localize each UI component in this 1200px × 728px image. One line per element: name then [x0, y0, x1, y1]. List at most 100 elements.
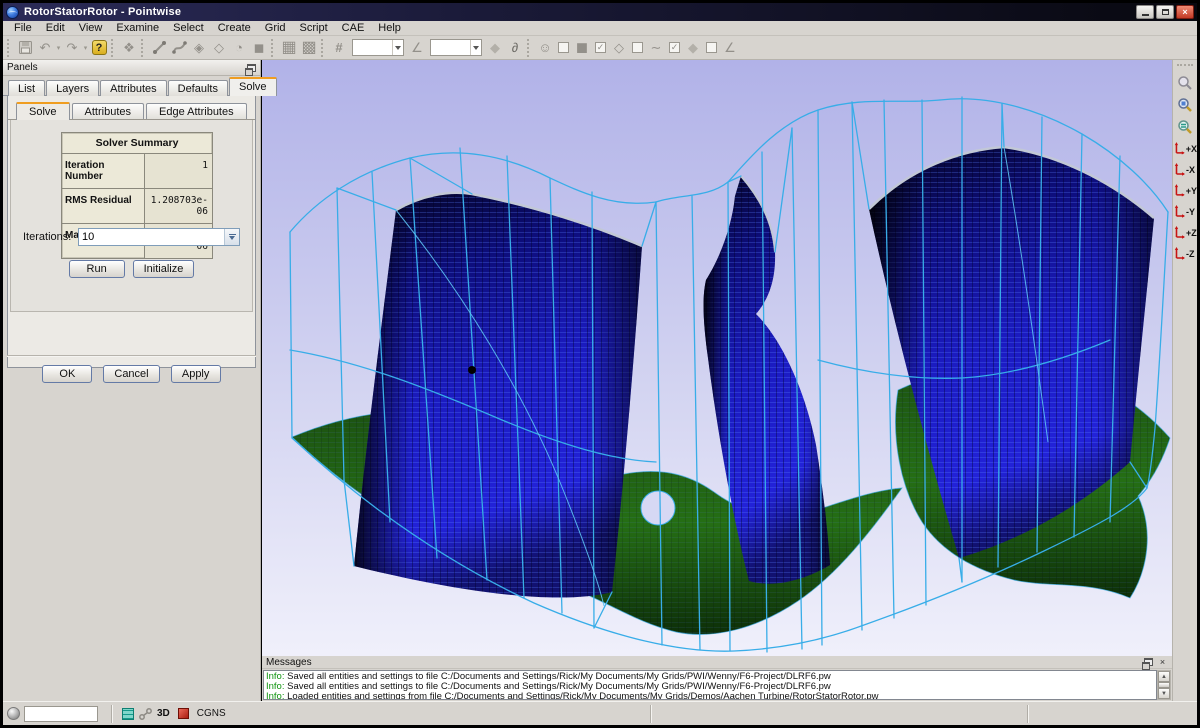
toggle-connectors-checkbox[interactable]: ✓ — [669, 42, 680, 53]
scroll-down-icon[interactable]: ▼ — [1158, 688, 1170, 699]
messages-list[interactable]: Info: Saved all entities and settings to… — [263, 670, 1157, 700]
close-button[interactable]: × — [1176, 5, 1194, 19]
minimize-button[interactable] — [1136, 5, 1154, 19]
menu-cae[interactable]: CAE — [335, 21, 372, 35]
view-minus-y-button[interactable]: -Y — [1173, 201, 1197, 222]
restore-button[interactable] — [1156, 5, 1174, 19]
unstructured-grid-button[interactable]: ▩ — [299, 38, 319, 58]
dimension-combobox[interactable] — [352, 39, 404, 56]
menu-help[interactable]: Help — [371, 21, 408, 35]
tab-attributes[interactable]: Attributes — [100, 80, 166, 96]
show-spacings-button[interactable]: ∠ — [720, 38, 740, 58]
view-minus-x-button[interactable]: -X — [1173, 159, 1197, 180]
show-database-button[interactable]: ◆ — [683, 38, 703, 58]
panel-float-icon[interactable] — [247, 64, 256, 72]
zoom-extents-button[interactable] — [1174, 116, 1196, 138]
create-connector-button[interactable] — [149, 38, 169, 58]
menu-create[interactable]: Create — [211, 21, 258, 35]
create-unstructured-domain-button[interactable]: ◇ — [209, 38, 229, 58]
tab-list[interactable]: List — [8, 80, 45, 96]
messages-scrollbar[interactable]: ▲ ▼ — [1157, 670, 1171, 700]
subtab-attributes[interactable]: Attributes — [72, 103, 144, 120]
extrude-button[interactable]: ◔ — [229, 38, 249, 58]
toolbar-grip[interactable] — [527, 39, 531, 57]
toolbar-grip[interactable] — [111, 39, 115, 57]
zoom-button[interactable] — [1174, 72, 1196, 94]
zoom-extents-icon — [1177, 119, 1193, 135]
layer-stack-button[interactable]: ❖ — [119, 38, 139, 58]
toggle-domains-checkbox[interactable] — [632, 42, 643, 53]
undo-button[interactable]: ↶ — [35, 38, 55, 58]
partial-derivative-button[interactable]: ∂ — [505, 38, 525, 58]
view-plus-z-button[interactable]: +Z — [1173, 222, 1197, 243]
redo-dropdown[interactable]: ▾ — [82, 39, 89, 57]
angle-combobox[interactable] — [430, 39, 482, 56]
tab-layers[interactable]: Layers — [46, 80, 99, 96]
messages-close-icon[interactable]: × — [1157, 657, 1168, 668]
redo-button[interactable]: ↷ — [62, 38, 82, 58]
status-field[interactable] — [24, 706, 98, 722]
show-domains-button[interactable]: ◇ — [609, 38, 629, 58]
dimension-input[interactable] — [353, 40, 392, 55]
subtab-edge-attributes[interactable]: Edge Attributes — [146, 103, 247, 120]
show-connectors-button[interactable]: ∼ — [646, 38, 666, 58]
view-minus-z-button[interactable]: -Z — [1173, 243, 1197, 264]
connector-mode-icon[interactable] — [138, 707, 153, 721]
selected-point[interactable] — [468, 366, 476, 374]
iterations-combobox[interactable] — [78, 228, 240, 246]
initialize-button[interactable]: Initialize — [133, 260, 195, 278]
scroll-up-icon[interactable]: ▲ — [1158, 671, 1170, 682]
tab-defaults[interactable]: Defaults — [168, 80, 228, 96]
toolbar-grip[interactable] — [1177, 64, 1193, 69]
menu-script[interactable]: Script — [293, 21, 335, 35]
menu-select[interactable]: Select — [166, 21, 211, 35]
apply-button[interactable]: Apply — [171, 365, 221, 383]
run-button[interactable]: Run — [69, 260, 125, 278]
table-row: Iteration Number 1 — [62, 154, 212, 189]
help-button[interactable]: ? — [89, 38, 109, 58]
viewport-scene — [262, 60, 1172, 656]
axis-icon — [1174, 184, 1185, 197]
blade-left[interactable] — [354, 193, 642, 598]
toggle-blocks-checkbox[interactable]: ✓ — [595, 42, 606, 53]
subtab-solve[interactable]: Solve — [16, 102, 70, 121]
iterations-label: Iterations: — [23, 231, 78, 243]
viewport-3d[interactable] — [262, 60, 1172, 656]
ok-button[interactable]: OK — [42, 365, 92, 383]
tab-solve[interactable]: Solve — [229, 77, 277, 96]
orient-button[interactable]: ◆ — [485, 38, 505, 58]
messages-float-icon[interactable] — [1144, 658, 1153, 666]
create-domain-button[interactable]: ◈ — [189, 38, 209, 58]
toolbar-grip[interactable] — [7, 39, 11, 57]
toolbar-grip[interactable] — [141, 39, 145, 57]
menu-view[interactable]: View — [72, 21, 110, 35]
show-blocks-button[interactable]: ◼ — [572, 38, 592, 58]
create-block-button[interactable]: ◼ — [249, 38, 269, 58]
cancel-button[interactable]: Cancel — [103, 365, 159, 383]
show-faces-button[interactable]: ☺ — [535, 38, 555, 58]
cae-solver-icon — [178, 708, 189, 719]
dimension-dropdown[interactable] — [392, 40, 403, 55]
angle-dropdown[interactable] — [470, 40, 481, 55]
menu-edit[interactable]: Edit — [39, 21, 72, 35]
save-button[interactable] — [15, 38, 35, 58]
iterations-dropdown[interactable] — [224, 229, 239, 245]
create-spline-button[interactable] — [169, 38, 189, 58]
main-toolbar: ↶ ▾ ↷ ▾ ? ❖ ◈ ◇ ◔ ◼ ▦ ▩ # — [3, 36, 1197, 60]
zoom-box-button[interactable] — [1174, 94, 1196, 116]
view-plus-x-button[interactable]: +X — [1173, 138, 1197, 159]
toggle-database-checkbox[interactable] — [706, 42, 717, 53]
menu-grid[interactable]: Grid — [258, 21, 293, 35]
view-plus-y-button[interactable]: +Y — [1173, 180, 1197, 201]
toolbar-grip[interactable] — [271, 39, 275, 57]
dropdown-arrow-icon — [395, 46, 401, 50]
toolbar-grip[interactable] — [321, 39, 325, 57]
menu-file[interactable]: File — [7, 21, 39, 35]
toggle-faces-checkbox[interactable] — [558, 42, 569, 53]
structured-grid-button[interactable]: ▦ — [279, 38, 299, 58]
grid-mode-icon[interactable] — [122, 708, 134, 720]
undo-dropdown[interactable]: ▾ — [55, 39, 62, 57]
menu-examine[interactable]: Examine — [109, 21, 166, 35]
angle-input[interactable] — [431, 40, 470, 55]
iterations-input[interactable] — [79, 229, 224, 245]
